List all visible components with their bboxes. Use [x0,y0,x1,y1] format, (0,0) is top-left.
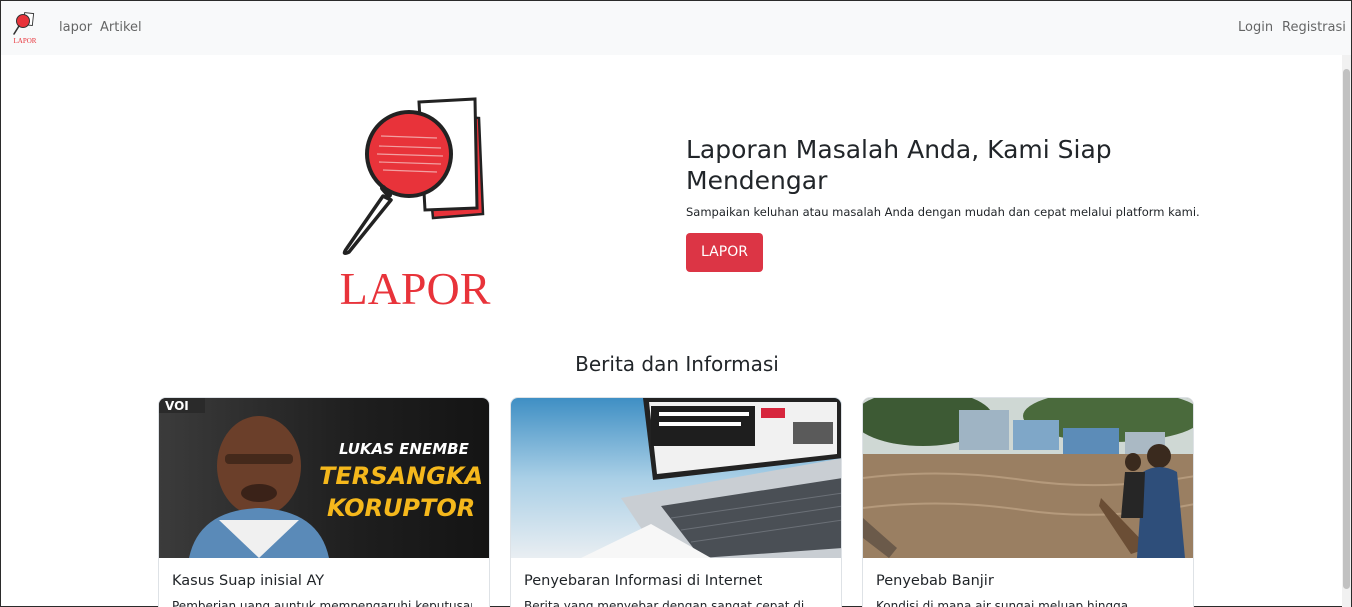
hero-title: Laporan Masalah Anda, Kami Siap Mendenga… [686,135,1112,195]
card-text: Berita yang menyebar dengan sangat cepat… [524,599,805,607]
card-image[interactable]: VOI LUKAS ENEMBE TERSANGKA KORUPTOR [159,398,489,558]
page-scrollbar[interactable] [1342,55,1351,607]
svg-text:TERSANGKA: TERSANGKA [319,462,483,490]
hero-subtitle: Sampaikan keluhan atau masalah Anda deng… [686,205,1200,219]
news-photo-laptop [511,398,841,558]
card-image[interactable] [863,398,1193,558]
card-text: Pemberian uang auntuk mempengaruhi keput… [172,599,472,607]
nav-link-login[interactable]: Login [1238,20,1273,36]
svg-text:LAPOR: LAPOR [14,37,37,45]
card-title[interactable]: Penyebaran Informasi di Internet [524,571,762,591]
svg-text:LAPOR: LAPOR [340,263,491,311]
card-title[interactable]: Kasus Suap inisial AY [172,571,324,591]
nav-link-registrasi[interactable]: Registrasi [1282,20,1346,36]
news-card[interactable]: VOI LUKAS ENEMBE TERSANGKA KORUPTOR Kasu… [158,397,490,607]
news-photo-flood [863,398,1193,558]
card-image[interactable] [511,398,841,558]
svg-text:LUKAS ENEMBE: LUKAS ENEMBE [339,440,470,458]
card-text: Kondisi di mana air sungai meluap hingga [876,599,1129,607]
hero-lapor-logo: LAPOR [340,97,491,311]
news-card[interactable]: Penyebab Banjir Kondisi di mana air sung… [862,397,1194,607]
nav-link-lapor[interactable]: lapor [59,20,92,36]
lapor-logo-icon: LAPOR [13,12,37,45]
section-title: Berita dan Informasi [575,352,779,376]
news-photo-corruption: VOI LUKAS ENEMBE TERSANGKA KORUPTOR [159,398,489,558]
svg-text:VOI: VOI [165,399,189,413]
lapor-button[interactable]: LAPOR [686,233,763,272]
scrollbar-thumb[interactable] [1343,69,1350,589]
svg-text:KORUPTOR: KORUPTOR [327,494,475,522]
nav-link-artikel[interactable]: Artikel [100,20,142,36]
card-title[interactable]: Penyebab Banjir [876,571,994,591]
navbar: LAPOR lapor Artikel Login Registrasi [1,1,1351,55]
news-card[interactable]: Penyebaran Informasi di Internet Berita … [510,397,842,607]
